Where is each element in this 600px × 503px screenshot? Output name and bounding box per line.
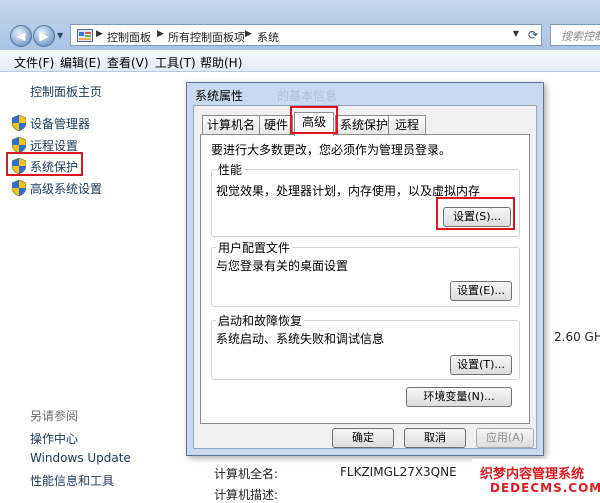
breadcrumb-system[interactable]: 系统 [257, 29, 279, 45]
breadcrumb-separator-icon[interactable]: ▶ [245, 29, 252, 39]
see-also-performance-info[interactable]: 性能信息和工具 [30, 472, 114, 489]
see-also-windows-update[interactable]: Windows Update [30, 451, 131, 465]
startup-recovery-group: 启动和故障恢复 系统启动、系统失败和调试信息 设置(T)... [211, 312, 520, 380]
startup-recovery-settings-button[interactable]: 设置(T)... [450, 355, 512, 375]
cancel-button[interactable]: 取消 [404, 428, 466, 448]
recent-pages-dropdown-icon[interactable]: ▼ [57, 31, 63, 40]
uac-shield-icon [12, 137, 26, 153]
uac-shield-icon [12, 115, 26, 131]
back-button[interactable]: ◀ [10, 25, 32, 47]
tab-remote[interactable]: 远程 [388, 115, 426, 135]
menu-edit[interactable]: 编辑(E) [60, 54, 101, 71]
menu-view[interactable]: 查看(V) [107, 54, 149, 71]
task-label: 设备管理器 [30, 117, 91, 131]
apply-button[interactable]: 应用(A) [476, 428, 534, 448]
annotation-highlight-box [290, 106, 338, 134]
window-titlebar: ◀ ▶ ▼ ▶ 控制面板 ▶ 所有控制面板项 ▶ 系统 ▼ ⟳ 搜索控制面 [0, 0, 600, 50]
annotation-highlight-box [436, 197, 515, 230]
menu-tools[interactable]: 工具(T) [155, 54, 196, 71]
performance-title: 性能 [216, 161, 245, 178]
admin-notice: 要进行大多数更改，您必须作为管理员登录。 [211, 143, 452, 157]
menu-file[interactable]: 文件(F) [14, 54, 54, 71]
forward-button[interactable]: ▶ [33, 25, 55, 47]
tab-computer-name[interactable]: 计算机名 [202, 115, 260, 135]
watermark-text: 织梦内容管理系统 [480, 467, 585, 482]
annotation-highlight-box [6, 152, 83, 176]
user-profiles-title: 用户配置文件 [216, 239, 293, 256]
search-input[interactable]: 搜索控制面 [550, 24, 600, 46]
watermark-url: DEDECMS.COM [490, 481, 600, 495]
ok-button[interactable]: 确定 [332, 428, 394, 448]
forward-arrow-icon: ▶ [39, 29, 49, 43]
address-bar[interactable]: ▶ 控制面板 ▶ 所有控制面板项 ▶ 系统 ▼ [70, 24, 542, 46]
computer-full-name-value: FLKZIMGL27X3QNE [340, 465, 457, 479]
startup-recovery-title: 启动和故障恢复 [216, 312, 305, 329]
breadcrumb-separator-icon[interactable]: ▶ [96, 29, 103, 39]
computer-full-name-label: 计算机全名: [214, 467, 279, 481]
task-label: 高级系统设置 [30, 182, 103, 196]
control-panel-icon [77, 29, 93, 42]
left-navigation-pane: 控制面板主页 设备管理器 远程设置 系统保护 高级系统设置 另请参阅 操作中心 … [0, 72, 185, 500]
control-panel-home-link[interactable]: 控制面板主页 [30, 83, 102, 100]
startup-recovery-description: 系统启动、系统失败和调试信息 [216, 332, 385, 346]
computer-description-label: 计算机描述: [214, 488, 279, 502]
refresh-icon[interactable]: ⟳ [528, 28, 538, 42]
advanced-tab-panel: 要进行大多数更改，您必须作为管理员登录。 性能 视觉效果，处理器计划，内存使用，… [200, 134, 530, 424]
uac-shield-icon [12, 180, 26, 196]
user-profiles-settings-button[interactable]: 设置(E)... [450, 281, 512, 301]
tab-hardware[interactable]: 硬件 [259, 115, 293, 135]
dialog-body: 计算机名 硬件 高级 系统保护 远程 要进行大多数更改，您必须作为管理员登录。 … [193, 105, 537, 449]
see-also-action-center[interactable]: 操作中心 [30, 430, 78, 447]
tab-system-protection[interactable]: 系统保护 [335, 115, 389, 135]
menu-help[interactable]: 帮助(H) [200, 54, 242, 71]
cpu-speed-value: 2.60 GHz [554, 330, 600, 344]
dialog-title: 系统属性 [195, 89, 244, 103]
breadcrumb-all-items[interactable]: 所有控制面板项 [168, 29, 245, 45]
background-window-title: 的基本信息 [277, 89, 338, 103]
see-also-heading: 另请参阅 [30, 409, 79, 423]
environment-variables-button[interactable]: 环境变量(N)... [406, 387, 512, 407]
system-properties-dialog: 系统属性 的基本信息 计算机名 硬件 高级 系统保护 远程 要进行大多数更改，您… [186, 82, 544, 456]
back-arrow-icon: ◀ [16, 29, 26, 43]
user-profiles-group: 用户配置文件 与您登录有关的桌面设置 设置(E)... [211, 239, 520, 307]
address-dropdown-icon[interactable]: ▼ [513, 29, 519, 38]
site-watermark: 织梦内容管理系统 DEDECMS.COM [472, 459, 600, 500]
breadcrumb-separator-icon[interactable]: ▶ [157, 29, 164, 39]
breadcrumb-control-panel[interactable]: 控制面板 [107, 29, 151, 45]
menu-bar: 文件(F) 编辑(E) 查看(V) 工具(T) 帮助(H) [0, 50, 600, 72]
user-profiles-description: 与您登录有关的桌面设置 [216, 259, 349, 273]
